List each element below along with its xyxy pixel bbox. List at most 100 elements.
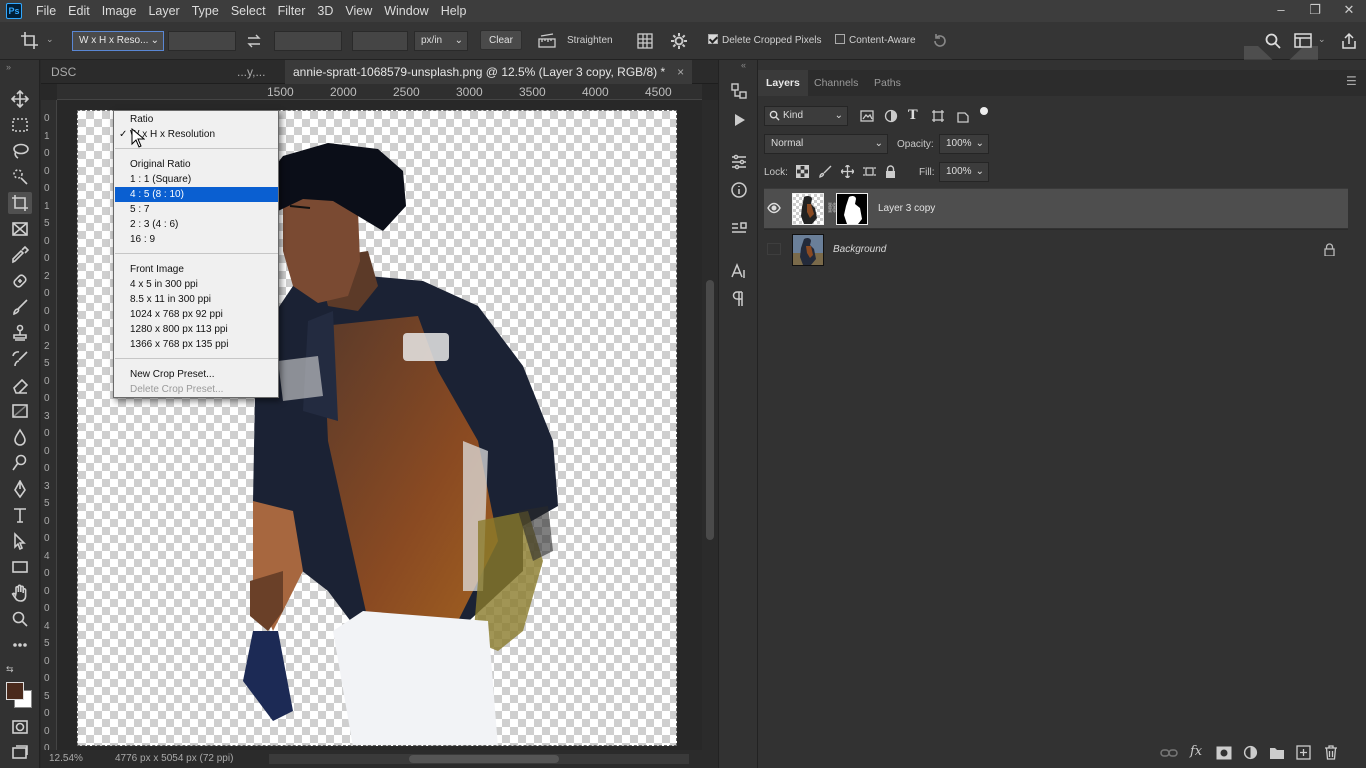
lock-position-icon[interactable] (840, 164, 855, 181)
tab-channels[interactable]: Channels (806, 70, 866, 96)
close-tab-icon[interactable]: × (677, 65, 684, 79)
dropdown-item-front-image[interactable]: Front Image (115, 262, 278, 277)
quick-select-tool-icon[interactable] (8, 166, 32, 188)
healing-brush-tool-icon[interactable] (8, 270, 32, 292)
play-action-icon[interactable] (730, 111, 748, 132)
lock-pixels-icon[interactable] (819, 165, 832, 181)
marquee-tool-icon[interactable] (8, 114, 32, 136)
collapse-icon[interactable]: » (6, 62, 11, 72)
tab-paths[interactable]: Paths (866, 70, 909, 96)
layer-row[interactable]: ⛓ Layer 3 copy (764, 188, 1348, 228)
dropdown-item-ratio[interactable]: Ratio (115, 112, 278, 127)
menu-window[interactable]: Window (378, 0, 434, 22)
eraser-tool-icon[interactable] (8, 374, 32, 396)
rectangle-tool-icon[interactable] (8, 556, 32, 578)
layer-row[interactable]: Background (764, 229, 1348, 269)
clear-button[interactable]: Clear (480, 30, 522, 50)
minimize-button[interactable]: – (1264, 0, 1298, 22)
dropdown-item-2-3[interactable]: 2 : 3 (4 : 6) (115, 217, 278, 232)
menu-type[interactable]: Type (186, 0, 225, 22)
blend-mode-select[interactable]: Normal ⌄ (764, 134, 888, 154)
pen-tool-icon[interactable] (8, 478, 32, 500)
link-layers-icon[interactable] (1160, 746, 1178, 763)
path-select-tool-icon[interactable] (8, 530, 32, 552)
type-tool-icon[interactable] (8, 504, 32, 526)
filter-adjustment-icon[interactable] (884, 109, 898, 126)
gradient-tool-icon[interactable] (8, 400, 32, 422)
history-icon[interactable] (730, 82, 748, 103)
tab-second-document[interactable]: ...y,... (229, 60, 273, 84)
overlay-grid-icon[interactable] (636, 32, 654, 53)
restore-button[interactable]: ❐ (1298, 0, 1332, 22)
scrollbar-thumb[interactable] (706, 280, 714, 540)
brush-tool-icon[interactable] (8, 296, 32, 318)
close-button[interactable]: ✕ (1332, 0, 1366, 22)
paragraph-icon[interactable] (730, 290, 748, 311)
character-icon[interactable] (730, 262, 748, 283)
quick-mask-icon[interactable] (8, 716, 32, 738)
dropdown-item-1-1[interactable]: 1 : 1 (Square) (115, 172, 278, 187)
fill-field[interactable]: 100% ⌄ (939, 162, 989, 182)
properties-icon[interactable] (730, 220, 748, 241)
chevron-down-icon[interactable]: ⌄ (1318, 34, 1326, 45)
foreground-color-swatch[interactable] (6, 682, 24, 700)
menu-view[interactable]: View (339, 0, 378, 22)
layer-name[interactable]: Background (833, 244, 886, 255)
horizontal-scrollbar[interactable] (269, 754, 689, 764)
crop-tool-preset-icon[interactable] (20, 31, 40, 54)
menu-help[interactable]: Help (435, 0, 473, 22)
dropdown-item-16-9[interactable]: 16 : 9 (115, 232, 278, 247)
screen-mode-icon[interactable] (8, 742, 32, 764)
tab-dsc[interactable]: DSC (43, 60, 84, 84)
straighten-label[interactable]: Straighten (567, 34, 613, 48)
menu-image[interactable]: Image (96, 0, 143, 22)
clone-stamp-tool-icon[interactable] (8, 322, 32, 344)
eyedropper-tool-icon[interactable] (8, 244, 32, 266)
zoom-tool-icon[interactable] (8, 608, 32, 630)
filter-toggle-icon[interactable] (980, 107, 988, 115)
filter-smart-object-icon[interactable] (956, 109, 970, 126)
history-brush-tool-icon[interactable] (8, 348, 32, 370)
lock-artboard-icon[interactable] (863, 165, 876, 181)
vertical-scrollbar[interactable] (702, 100, 718, 750)
zoom-level[interactable]: 12.54% (49, 753, 83, 764)
blur-tool-icon[interactable] (8, 426, 32, 448)
tab-annie-spratt[interactable]: annie-spratt-1068579-unsplash.png @ 12.5… (285, 60, 693, 84)
gear-icon[interactable] (670, 32, 688, 53)
dodge-tool-icon[interactable] (8, 452, 32, 474)
visibility-toggle-empty[interactable] (767, 243, 781, 255)
crop-tool-icon[interactable] (8, 192, 32, 214)
width-field[interactable] (168, 31, 236, 51)
delete-cropped-pixels-checkbox[interactable]: Delete Cropped Pixels (708, 34, 822, 48)
lasso-tool-icon[interactable] (8, 140, 32, 162)
menu-layer[interactable]: Layer (142, 0, 185, 22)
opacity-field[interactable]: 100% ⌄ (939, 134, 989, 154)
filter-type-icon[interactable]: T (908, 108, 918, 123)
dropdown-item-original-ratio[interactable]: Original Ratio (115, 157, 278, 172)
resolution-field[interactable] (352, 31, 408, 51)
panel-menu-icon[interactable]: ☰ (1346, 74, 1357, 88)
reset-icon[interactable] (931, 32, 949, 53)
dropdown-item-1280x800[interactable]: 1280 x 800 px 113 ppi (115, 322, 278, 337)
layer-filter-kind-select[interactable]: Kind ⌄ (764, 106, 848, 126)
more-tools-icon[interactable] (8, 634, 32, 656)
fx-icon[interactable]: fx (1190, 744, 1202, 759)
adjustment-layer-icon[interactable] (1243, 745, 1258, 763)
swap-icon[interactable] (246, 33, 262, 52)
move-tool-icon[interactable] (8, 88, 32, 110)
units-select[interactable]: px/in ⌄ (414, 31, 468, 51)
folder-icon[interactable] (1269, 746, 1285, 763)
trash-icon[interactable] (1324, 745, 1338, 763)
filter-pixel-icon[interactable] (860, 109, 874, 126)
straighten-icon[interactable] (538, 33, 556, 52)
filter-shape-icon[interactable] (931, 109, 945, 126)
layer-name[interactable]: Layer 3 copy (878, 203, 935, 214)
layer-mask-thumbnail[interactable] (836, 193, 868, 225)
height-field[interactable] (274, 31, 342, 51)
dropdown-item-1366x768[interactable]: 1366 x 768 px 135 ppi (115, 337, 278, 352)
menu-file[interactable]: File (30, 0, 62, 22)
tab-layers[interactable]: Layers (758, 70, 808, 96)
frame-tool-icon[interactable] (8, 218, 32, 240)
info-icon[interactable] (730, 181, 748, 202)
dropdown-item-4-5[interactable]: 4 : 5 (8 : 10) (115, 187, 278, 202)
